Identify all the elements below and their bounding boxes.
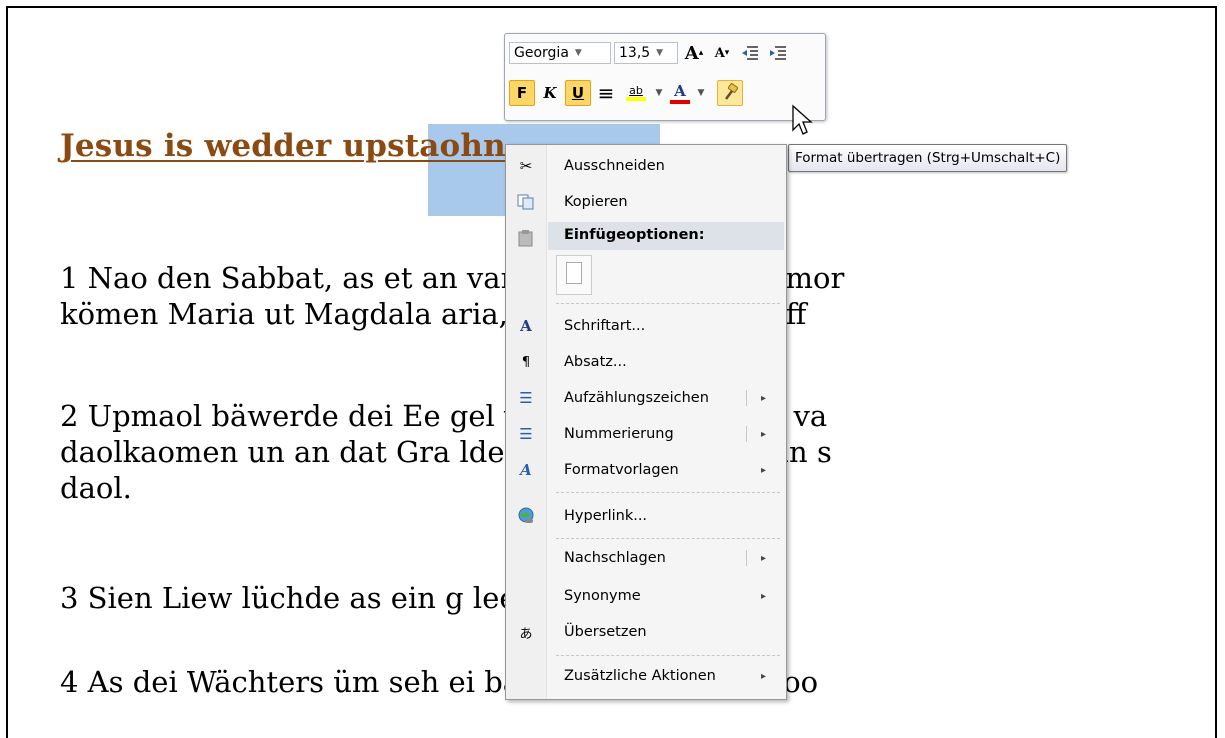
font-color-dropdown-arrow-icon[interactable]: ▼ xyxy=(695,80,707,106)
menu-item-lookup[interactable]: Nachschlagen ▸ xyxy=(506,541,784,575)
split-divider xyxy=(746,390,747,406)
font-color-button[interactable]: A xyxy=(667,80,693,106)
paragraph-icon: ¶ xyxy=(521,354,531,370)
decrease-indent-button[interactable] xyxy=(737,40,763,66)
tooltip-text: Format übertragen (Strg+Umschalt+C) xyxy=(795,150,1061,166)
menu-item-label: Absatz... xyxy=(564,354,627,370)
menu-item-label: Aufzählungszeichen xyxy=(564,390,709,406)
split-divider xyxy=(746,426,747,442)
heading-selected-text[interactable]: upstaohn xyxy=(342,128,505,164)
translate-icon: あ xyxy=(519,626,533,642)
submenu-arrow-icon: ▸ xyxy=(761,392,767,404)
grow-font-icon: A xyxy=(684,42,699,64)
increase-indent-icon xyxy=(770,46,786,60)
submenu-arrow-icon: ▸ xyxy=(761,552,767,564)
menu-item-label: Kopieren xyxy=(564,194,628,210)
split-divider xyxy=(746,550,747,566)
menu-separator xyxy=(556,655,780,656)
menu-item-label: Ausschneiden xyxy=(564,158,665,174)
paste-icon xyxy=(516,228,536,248)
menu-separator xyxy=(556,538,780,539)
underline-button[interactable]: U xyxy=(565,80,591,106)
menu-item-additional-actions[interactable]: Zusätzliche Aktionen ▸ xyxy=(506,659,784,693)
font-color-swatch xyxy=(670,99,690,104)
grow-font-button[interactable]: A ▴ xyxy=(681,40,707,66)
font-name-value: Georgia xyxy=(514,45,569,61)
document-heading[interactable]: Jesus is wedder upstaohn xyxy=(60,128,506,164)
highlight-color-swatch xyxy=(626,97,646,101)
dropdown-arrow-icon: ▼ xyxy=(656,48,664,58)
menu-item-label: Formatvorlagen xyxy=(564,462,679,478)
paste-options-label: Einfügeoptionen: xyxy=(564,227,705,243)
font-name-combo[interactable]: Georgia ▼ xyxy=(509,42,611,64)
submenu-arrow-icon: ▸ xyxy=(761,670,767,682)
hyperlink-icon xyxy=(516,506,536,526)
menu-item-label: Zusätzliche Aktionen xyxy=(564,668,716,684)
highlighter-icon: ab xyxy=(629,84,643,97)
paintbrush-icon xyxy=(725,83,739,100)
menu-item-cut[interactable]: ✂ Ausschneiden xyxy=(506,149,784,183)
highlight-dropdown-arrow-icon[interactable]: ▼ xyxy=(653,80,665,106)
menu-item-label: Übersetzen xyxy=(564,624,647,640)
menu-item-copy[interactable]: Kopieren xyxy=(506,185,784,219)
menu-item-hyperlink[interactable]: Hyperlink... xyxy=(506,499,784,533)
dropdown-arrow-icon: ▼ xyxy=(574,48,582,58)
bold-button[interactable]: F xyxy=(509,80,535,106)
numbering-icon: ☰ xyxy=(519,425,533,443)
center-align-button[interactable]: ≡ xyxy=(593,80,619,106)
shrink-font-button[interactable]: A ▾ xyxy=(709,40,735,66)
decrease-indent-icon xyxy=(742,46,758,60)
font-size-value: 13,5 xyxy=(619,45,651,61)
scissors-icon: ✂ xyxy=(519,157,533,175)
font-size-combo[interactable]: 13,5 ▼ xyxy=(614,42,678,64)
menu-item-label: Nummerierung xyxy=(564,426,674,442)
menu-item-translate[interactable]: あ Übersetzen xyxy=(506,615,784,649)
menu-separator xyxy=(556,492,780,493)
menu-item-label: Synonyme xyxy=(564,588,641,604)
menu-item-label: Nachschlagen xyxy=(564,550,666,566)
format-painter-button[interactable] xyxy=(717,80,743,106)
highlight-button[interactable]: ab xyxy=(621,80,651,106)
submenu-arrow-icon: ▸ xyxy=(761,428,767,440)
shrink-font-icon: A xyxy=(714,45,725,61)
italic-button[interactable]: K xyxy=(537,80,563,106)
submenu-arrow-icon: ▸ xyxy=(761,590,767,602)
submenu-arrow-icon: ▸ xyxy=(761,464,767,476)
styles-icon: A xyxy=(520,461,532,479)
mini-toolbar: Georgia ▼ 13,5 ▼ A ▴ A ▾ F K U ≡ ab ▼ A ▼ xyxy=(504,33,826,121)
menu-item-synonyms[interactable]: Synonyme ▸ xyxy=(506,579,784,613)
copy-icon xyxy=(516,192,536,212)
menu-separator xyxy=(556,303,780,304)
paste-keep-text-only-button[interactable] xyxy=(556,255,592,295)
menu-item-paragraph[interactable]: ¶ Absatz... xyxy=(506,345,784,379)
menu-item-label: Schriftart... xyxy=(564,318,646,334)
font-color-icon: A xyxy=(674,81,686,100)
menu-item-styles[interactable]: A Formatvorlagen ▸ xyxy=(506,453,784,487)
menu-item-label: Hyperlink... xyxy=(564,508,648,524)
context-menu: ✂ Ausschneiden Kopieren Einfügeoptionen:… xyxy=(505,144,787,700)
format-painter-tooltip: Format übertragen (Strg+Umschalt+C) xyxy=(788,144,1068,172)
menu-item-numbering[interactable]: ☰ Nummerierung ▸ xyxy=(506,417,784,451)
bullets-icon: ☰ xyxy=(519,389,533,407)
mouse-pointer-icon xyxy=(792,104,813,135)
heading-text: Jesus is wedder xyxy=(60,128,343,164)
menu-item-bullets[interactable]: ☰ Aufzählungszeichen ▸ xyxy=(506,381,784,415)
menu-item-font[interactable]: A Schriftart... xyxy=(506,309,784,343)
font-icon: A xyxy=(520,317,532,335)
paste-options-header: Einfügeoptionen: xyxy=(548,222,784,250)
increase-indent-button[interactable] xyxy=(765,40,791,66)
